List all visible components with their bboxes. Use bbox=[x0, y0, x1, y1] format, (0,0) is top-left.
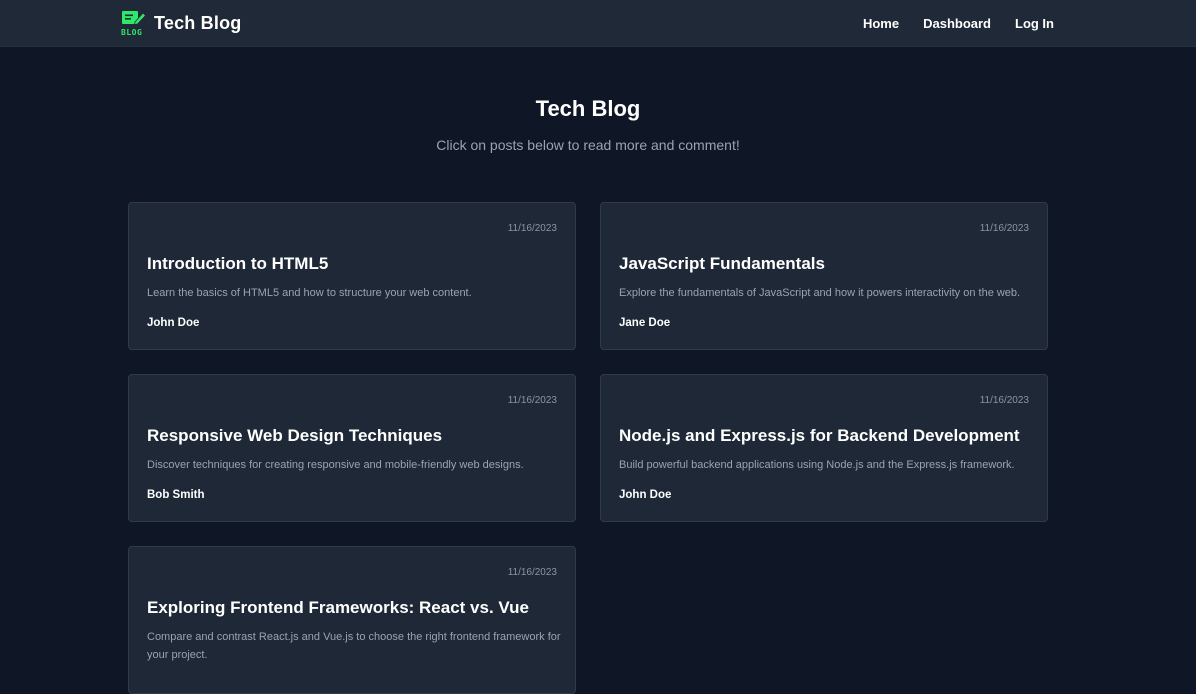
post-date: 11/16/2023 bbox=[979, 395, 1029, 406]
post-description: Learn the basics of HTML5 and how to str… bbox=[147, 287, 472, 299]
post-date: 11/16/2023 bbox=[507, 395, 557, 406]
nav-links: Home Dashboard Log In bbox=[839, 16, 1054, 31]
top-navbar: BLOG Tech Blog Home Dashboard Log In bbox=[0, 0, 1196, 47]
post-description: Discover techniques for creating respons… bbox=[147, 459, 524, 471]
post-card[interactable]: 11/16/2023 Introduction to HTML5 Learn t… bbox=[128, 202, 576, 350]
nav-dashboard-link[interactable]: Dashboard bbox=[923, 16, 991, 31]
post-card[interactable]: 11/16/2023 Exploring Frontend Frameworks… bbox=[128, 546, 576, 694]
logo-text: BLOG bbox=[121, 28, 143, 37]
nav-home-link[interactable]: Home bbox=[863, 16, 899, 31]
nav-login-link[interactable]: Log In bbox=[1015, 16, 1054, 31]
post-description: Build powerful backend applications usin… bbox=[619, 459, 1015, 471]
post-author: John Doe bbox=[147, 317, 200, 329]
post-author: Jane Doe bbox=[619, 317, 671, 329]
brand-name: Tech Blog bbox=[154, 12, 242, 33]
post-author: John Doe bbox=[619, 489, 672, 501]
post-list: 11/16/2023 Introduction to HTML5 Learn t… bbox=[128, 202, 1048, 694]
post-date: 11/16/2023 bbox=[507, 223, 557, 234]
post-title: Exploring Frontend Frameworks: React vs.… bbox=[147, 598, 529, 617]
blog-logo-icon: BLOG bbox=[121, 10, 147, 37]
brand-home-link[interactable]: BLOG Tech Blog bbox=[121, 10, 242, 37]
post-title: JavaScript Fundamentals bbox=[619, 254, 825, 273]
post-title: Responsive Web Design Techniques bbox=[147, 426, 443, 445]
pencil-note-icon bbox=[122, 11, 147, 25]
post-card[interactable]: 11/16/2023 Node.js and Express.js for Ba… bbox=[600, 374, 1048, 522]
post-title: Introduction to HTML5 bbox=[147, 254, 329, 273]
post-description: Compare and contrast React.js and Vue.js… bbox=[147, 631, 561, 661]
post-description: Explore the fundamentals of JavaScript a… bbox=[619, 287, 1021, 299]
post-date: 11/16/2023 bbox=[507, 567, 557, 578]
post-date: 11/16/2023 bbox=[979, 223, 1029, 234]
post-author: Bob Smith bbox=[147, 489, 205, 501]
post-card[interactable]: 11/16/2023 Responsive Web Design Techniq… bbox=[128, 374, 576, 522]
page-title: Tech Blog bbox=[535, 96, 641, 121]
post-title: Node.js and Express.js for Backend Devel… bbox=[619, 426, 1020, 445]
page-subtitle: Click on posts below to read more and co… bbox=[436, 137, 740, 153]
post-card[interactable]: 11/16/2023 JavaScript Fundamentals Explo… bbox=[600, 202, 1048, 350]
